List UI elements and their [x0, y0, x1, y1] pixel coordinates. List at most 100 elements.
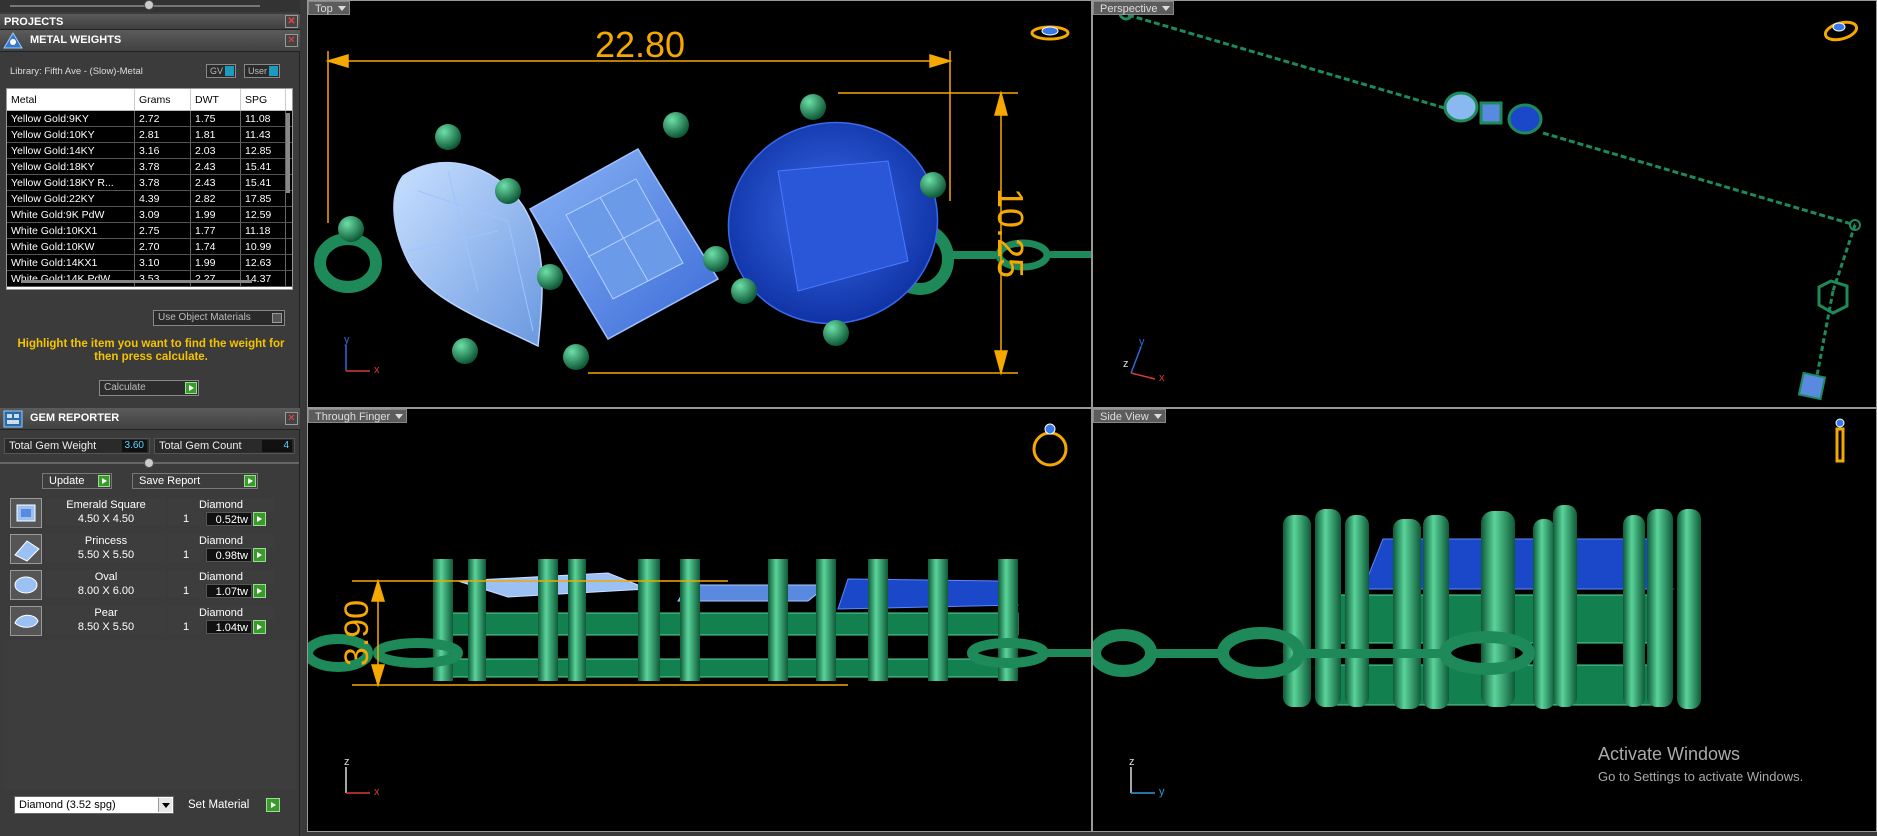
gem-pear-icon — [10, 606, 42, 636]
metal-table-row[interactable]: White Gold:10KW 2.70 1.74 10.99 — [7, 239, 292, 255]
metal-table-cell: Yellow Gold:9KY — [7, 111, 135, 126]
metal-table-cell: 2.81 — [135, 127, 191, 142]
gem-row[interactable]: Emerald Square 4.50 X 4.50 Diamond 1 0.52tw — [4, 496, 296, 532]
viewport-side-tab[interactable]: Side View — [1093, 409, 1166, 423]
gem-row[interactable]: Pear 8.50 X 5.50 Diamond 1 1.04tw — [4, 604, 296, 640]
dim-width-label: 22.80 — [595, 24, 685, 65]
gem-material: Diamond — [168, 606, 274, 620]
metal-table-body: Yellow Gold:9KY 2.72 1.75 11.08 Yellow Gold:… — [7, 111, 292, 287]
ring-view-icon[interactable] — [1030, 25, 1070, 41]
metal-table-hscroll[interactable] — [21, 280, 252, 283]
svg-text:z: z — [1129, 756, 1135, 768]
metal-table-row[interactable]: White Gold:9K PdW 3.09 1.99 12.59 — [7, 207, 292, 223]
gem-material: Diamond — [168, 498, 274, 512]
ring-view-icon[interactable] — [1032, 423, 1068, 467]
metal-table-cell: 3.09 — [135, 207, 191, 222]
metal-table-row[interactable]: Yellow Gold:9KY 2.72 1.75 11.08 — [7, 111, 292, 127]
gem-name: Oval — [46, 570, 166, 584]
ring-view-icon[interactable] — [1823, 19, 1859, 43]
metal-table-row[interactable]: Yellow Gold:18KY R... 3.78 2.43 15.41 — [7, 175, 292, 191]
col-dwt[interactable]: DWT — [191, 89, 241, 110]
metal-table-cell: Yellow Gold:10KY — [7, 127, 135, 142]
user-checkbox-icon — [269, 66, 279, 76]
gem-qty: 1 — [168, 584, 204, 598]
metal-table-row[interactable]: White Gold:10KX1 2.75 1.77 11.18 — [7, 223, 292, 239]
splitter-knob[interactable] — [144, 458, 154, 468]
metal-table-cell: 12.59 — [241, 207, 286, 222]
perspective-scene: y z x — [1118, 5, 1861, 401]
metal-table-cell: 3.16 — [135, 143, 191, 158]
chevron-down-icon[interactable] — [158, 798, 172, 812]
metal-table-row[interactable]: Yellow Gold:14KY 3.16 2.03 12.85 — [7, 143, 292, 159]
use-object-materials-checkbox[interactable]: Use Object Materials — [153, 310, 285, 326]
viewport-perspective[interactable]: y z x Perspective — [1092, 0, 1877, 408]
metal-table-cell: 14.37 — [241, 271, 286, 286]
metal-table-cell: 1.74 — [191, 239, 241, 254]
metal-table-cell: 11.43 — [241, 127, 286, 142]
gem-square-icon — [10, 498, 42, 528]
metal-table-cell: 1.81 — [191, 127, 241, 142]
col-metal[interactable]: Metal — [7, 89, 135, 110]
viewport-through-finger-tab[interactable]: Through Finger — [308, 409, 408, 423]
calculate-button[interactable]: Calculate — [99, 380, 199, 396]
metal-weights-close-icon[interactable]: ✕ — [285, 34, 298, 47]
update-arrow-icon — [98, 475, 110, 487]
metal-table-row[interactable]: Yellow Gold:22KY 4.39 2.82 17.85 — [7, 191, 292, 207]
user-toggle[interactable]: User — [244, 64, 281, 78]
material-select[interactable]: Diamond (3.52 spg) — [14, 796, 174, 814]
viewport-top[interactable]: 22.80 10.25 y x Top — [307, 0, 1092, 408]
metal-table-row[interactable]: White Gold:14K PdW 3.53 2.27 14.37 — [7, 271, 292, 287]
gem-reporter-icon — [3, 410, 23, 428]
metal-table-cell: 4.39 — [135, 191, 191, 206]
gem-size: 5.50 X 5.50 — [46, 548, 166, 562]
svg-text:y: y — [344, 334, 350, 346]
total-gem-count: Total Gem Count 4 — [154, 438, 295, 454]
metal-table-cell: 1.77 — [191, 223, 241, 238]
save-report-button[interactable]: Save Report — [132, 473, 258, 489]
viewport-through-finger[interactable]: 3.90 z x Through Finger — [307, 408, 1092, 832]
gem-reporter-close-icon[interactable]: ✕ — [285, 412, 298, 425]
top-view-scene: 22.80 10.25 y x — [314, 24, 1091, 376]
metal-table-cell: 2.27 — [191, 271, 241, 286]
metal-table-cell: 3.78 — [135, 159, 191, 174]
metal-table-vscroll[interactable] — [286, 113, 290, 193]
svg-text:z: z — [344, 756, 350, 768]
col-grams[interactable]: Grams — [135, 89, 191, 110]
viewport-perspective-tab[interactable]: Perspective — [1093, 1, 1175, 15]
dim-height-label: 3.90 — [338, 600, 376, 666]
perspective-chain — [1127, 13, 1857, 382]
metal-table-cell: 11.18 — [241, 223, 286, 238]
gem-select-arrow-icon[interactable] — [253, 620, 266, 634]
gem-select-arrow-icon[interactable] — [253, 548, 266, 562]
set-material-button[interactable]: Set Material — [182, 797, 282, 813]
gem-select-arrow-icon[interactable] — [253, 512, 266, 526]
projects-header[interactable]: PROJECTS ✕ — [0, 14, 300, 30]
metal-table-header: Metal Grams DWT SPG — [7, 89, 292, 111]
metal-table[interactable]: Metal Grams DWT SPG Yellow Gold:9KY 2.72 1… — [6, 88, 293, 290]
metal-table-row[interactable]: Yellow Gold:10KY 2.81 1.81 11.43 — [7, 127, 292, 143]
gem-material: Diamond — [168, 534, 274, 548]
axis-gizmo: z y — [1129, 756, 1165, 798]
gem-row[interactable]: Oval 8.00 X 6.00 Diamond 1 1.07tw — [4, 568, 296, 604]
top-scroll[interactable] — [0, 0, 300, 12]
gem-size: 8.50 X 5.50 — [46, 620, 166, 634]
gv-toggle[interactable]: GV — [206, 64, 237, 78]
metal-table-row[interactable]: Yellow Gold:18KY 3.78 2.43 15.41 — [7, 159, 292, 175]
metal-table-cell: White Gold:14KX1 — [7, 255, 135, 270]
gem-weight: 0.52tw — [206, 512, 252, 526]
projects-close-icon[interactable]: ✕ — [285, 15, 298, 28]
ring-side-icon[interactable] — [1835, 418, 1845, 463]
metal-table-cell: 3.78 — [135, 175, 191, 190]
col-spg[interactable]: SPG — [241, 89, 286, 110]
metal-table-cell: 1.99 — [191, 255, 241, 270]
gem-weight: 1.04tw — [206, 620, 252, 634]
viewport-top-tab[interactable]: Top — [308, 1, 350, 15]
metal-table-cell: 15.41 — [241, 159, 286, 174]
gem-name: Pear — [46, 606, 166, 620]
update-button[interactable]: Update — [42, 473, 112, 489]
metal-table-cell: 1.75 — [191, 111, 241, 126]
gem-select-arrow-icon[interactable] — [253, 584, 266, 598]
gem-row[interactable]: Princess 5.50 X 5.50 Diamond 1 0.98tw — [4, 532, 296, 568]
gem-size: 4.50 X 4.50 — [46, 512, 166, 526]
metal-table-row[interactable]: White Gold:14KX1 3.10 1.99 12.63 — [7, 255, 292, 271]
